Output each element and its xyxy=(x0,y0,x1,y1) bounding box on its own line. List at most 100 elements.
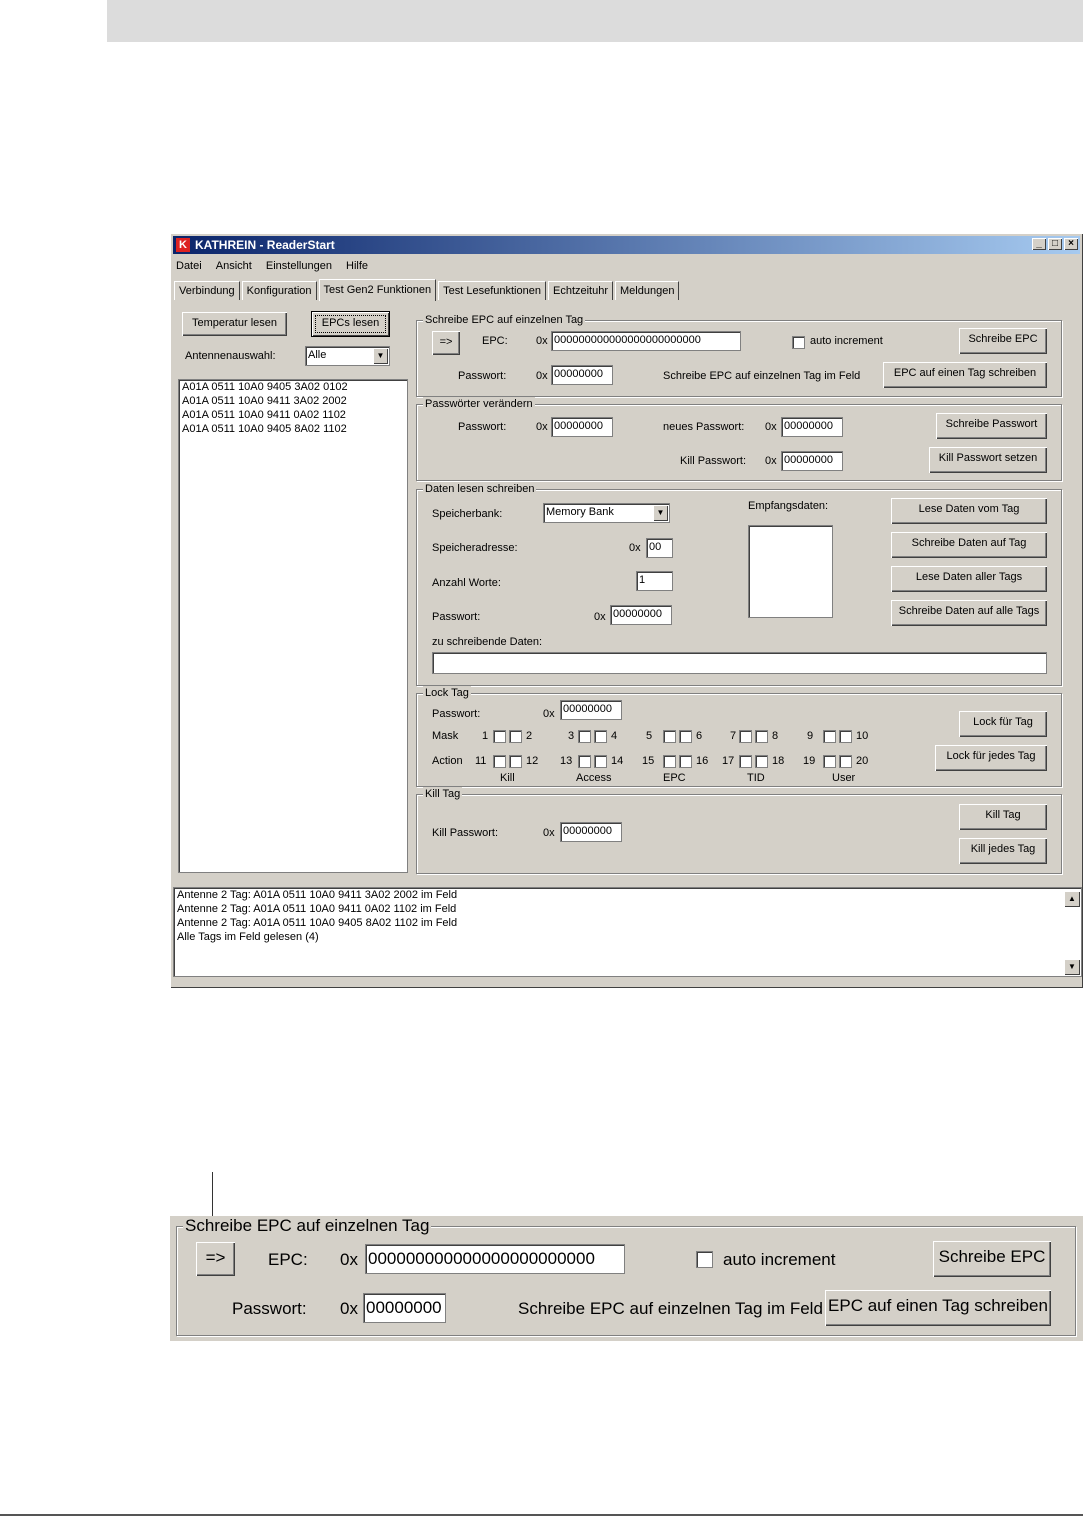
epc-label: EPC: xyxy=(482,335,508,347)
action-checkbox-19[interactable] xyxy=(823,755,836,768)
action-checkbox-17[interactable] xyxy=(739,755,752,768)
action-checkbox-20[interactable] xyxy=(839,755,852,768)
set-kill-password-button[interactable]: Kill Passwort setzen xyxy=(929,447,1047,473)
tab-konfiguration[interactable]: Konfiguration xyxy=(241,281,317,300)
action-checkbox-11[interactable] xyxy=(493,755,506,768)
list-item[interactable]: A01A 0511 10A0 9405 3A02 0102 xyxy=(179,380,407,394)
epc-hex-prefix: 0x xyxy=(536,335,548,347)
read-all-tags-button[interactable]: Lese Daten aller Tags xyxy=(891,566,1047,592)
tab-bar: Verbindung Konfiguration Test Gen2 Funktio… xyxy=(174,278,681,301)
tab-meldungen[interactable]: Meldungen xyxy=(615,281,680,300)
lock-password-input[interactable]: 00000000 xyxy=(560,700,622,720)
passwords-title: Passwörter verändern xyxy=(423,397,535,411)
kill-title: Kill Tag xyxy=(423,787,463,801)
mask-checkbox-8[interactable] xyxy=(755,730,768,743)
lock-password-label: Passwort: xyxy=(432,708,481,720)
old-password-hex-prefix: 0x xyxy=(536,421,548,433)
epc-arrow-button[interactable]: => xyxy=(432,331,460,355)
data-title: Daten lesen schreiben xyxy=(423,482,537,496)
address-input[interactable]: 00 xyxy=(646,538,673,558)
mask-checkbox-2[interactable] xyxy=(509,730,522,743)
write-one-tag-button[interactable]: EPC auf einen Tag schreiben xyxy=(883,362,1047,388)
action-label: Action xyxy=(432,755,463,767)
tab-echtzeituhr[interactable]: Echtzeituhr xyxy=(547,281,614,300)
action-num: 12 xyxy=(526,755,539,767)
mask-checkbox-3[interactable] xyxy=(578,730,591,743)
list-item[interactable]: A01A 0511 10A0 9405 8A02 1102 xyxy=(179,422,407,436)
scroll-up-icon[interactable]: ▲ xyxy=(1064,891,1080,907)
new-password-hex-prefix: 0x xyxy=(765,421,777,433)
data-password-input[interactable]: 00000000 xyxy=(610,605,672,625)
mask-checkbox-4[interactable] xyxy=(594,730,607,743)
kill-tag-password-label: Kill Passwort: xyxy=(432,827,499,839)
zoom-epc-input[interactable]: 000000000000000000000000 xyxy=(365,1244,625,1274)
auto-increment-checkbox[interactable] xyxy=(792,336,805,349)
message-log[interactable]: Antenne 2 Tag: A01A 0511 10A0 9411 3A02 … xyxy=(173,887,1082,977)
zoom-auto-increment-checkbox[interactable] xyxy=(696,1251,713,1268)
kill-tag-button[interactable]: Kill Tag xyxy=(959,804,1047,830)
action-checkbox-12[interactable] xyxy=(509,755,522,768)
zoom-epc-arrow-button[interactable]: => xyxy=(196,1242,235,1276)
zoom-password-input[interactable]: 00000000 xyxy=(363,1293,446,1323)
old-password-input[interactable]: 00000000 xyxy=(551,417,613,437)
read-epcs-button[interactable]: EPCs lesen xyxy=(312,312,389,336)
read-temperature-button[interactable]: Temperatur lesen xyxy=(182,312,287,336)
mask-checkbox-9[interactable] xyxy=(823,730,836,743)
mask-checkbox-1[interactable] xyxy=(493,730,506,743)
page-footer-line xyxy=(0,1514,1083,1516)
maximize-button[interactable]: □ xyxy=(1048,238,1062,250)
minimize-button[interactable]: _ xyxy=(1032,238,1046,250)
menu-datei[interactable]: Datei xyxy=(176,257,202,275)
action-checkbox-16[interactable] xyxy=(679,755,692,768)
tab-verbindung[interactable]: Verbindung xyxy=(174,281,240,300)
lock-tag-button[interactable]: Lock für Tag xyxy=(959,711,1047,737)
antenna-select[interactable]: Alle ▼ xyxy=(305,346,390,366)
epc-input[interactable]: 000000000000000000000000 xyxy=(551,331,741,351)
password-input[interactable]: 00000000 xyxy=(551,365,613,385)
kill-every-tag-button[interactable]: Kill jedes Tag xyxy=(959,838,1047,864)
address-label: Speicheradresse: xyxy=(432,542,518,554)
action-checkbox-15[interactable] xyxy=(663,755,676,768)
memory-bank-select[interactable]: Memory Bank ▼ xyxy=(543,503,670,523)
write-epc-button[interactable]: Schreibe EPC xyxy=(959,328,1047,354)
category-access: Access xyxy=(576,772,612,784)
action-checkbox-18[interactable] xyxy=(755,755,768,768)
chevron-down-icon[interactable]: ▼ xyxy=(373,348,388,364)
scroll-down-icon[interactable]: ▼ xyxy=(1064,959,1080,975)
lock-every-tag-button[interactable]: Lock für jedes Tag xyxy=(935,745,1047,771)
tab-test-lesefunktionen[interactable]: Test Lesefunktionen xyxy=(438,281,546,300)
word-count-input[interactable]: 1 xyxy=(636,571,673,591)
write-all-tags-button[interactable]: Schreibe Daten auf alle Tags xyxy=(891,600,1047,626)
action-num: 19 xyxy=(803,755,816,767)
kill-password-input[interactable]: 00000000 xyxy=(781,451,843,471)
write-epc-title: Schreibe EPC auf einzelnen Tag xyxy=(423,313,586,327)
action-checkbox-14[interactable] xyxy=(594,755,607,768)
list-item[interactable]: A01A 0511 10A0 9411 0A02 1102 xyxy=(179,408,407,422)
zoom-write-epc-button[interactable]: Schreibe EPC xyxy=(933,1241,1051,1277)
zoom-write-epc-info: Schreibe EPC auf einzelnen Tag im Feld xyxy=(518,1299,823,1318)
mask-checkbox-10[interactable] xyxy=(839,730,852,743)
zoom-write-one-tag-button[interactable]: EPC auf einen Tag schreiben xyxy=(825,1290,1051,1326)
epc-list[interactable]: A01A 0511 10A0 9405 3A02 0102 A01A 0511 … xyxy=(178,379,408,873)
menu-hilfe[interactable]: Hilfe xyxy=(346,257,368,275)
action-checkbox-13[interactable] xyxy=(578,755,591,768)
address-hex-prefix: 0x xyxy=(629,542,641,554)
category-kill: Kill xyxy=(500,772,515,784)
menu-einstellungen[interactable]: Einstellungen xyxy=(266,257,332,275)
mask-checkbox-5[interactable] xyxy=(663,730,676,743)
chevron-down-icon[interactable]: ▼ xyxy=(653,505,668,521)
tab-test-gen2[interactable]: Test Gen2 Funktionen xyxy=(318,279,437,301)
mask-checkbox-6[interactable] xyxy=(679,730,692,743)
new-password-input[interactable]: 00000000 xyxy=(781,417,843,437)
mask-checkbox-7[interactable] xyxy=(739,730,752,743)
received-data-box[interactable] xyxy=(748,525,833,618)
write-data-button[interactable]: Schreibe Daten auf Tag xyxy=(891,532,1047,558)
kill-tag-hex-prefix: 0x xyxy=(543,827,555,839)
write-data-input[interactable] xyxy=(432,652,1047,674)
kill-tag-password-input[interactable]: 00000000 xyxy=(560,822,622,842)
write-password-button[interactable]: Schreibe Passwort xyxy=(936,413,1047,439)
menu-ansicht[interactable]: Ansicht xyxy=(216,257,252,275)
list-item[interactable]: A01A 0511 10A0 9411 3A02 2002 xyxy=(179,394,407,408)
close-button[interactable]: × xyxy=(1064,238,1078,250)
read-data-button[interactable]: Lese Daten vom Tag xyxy=(891,498,1047,524)
